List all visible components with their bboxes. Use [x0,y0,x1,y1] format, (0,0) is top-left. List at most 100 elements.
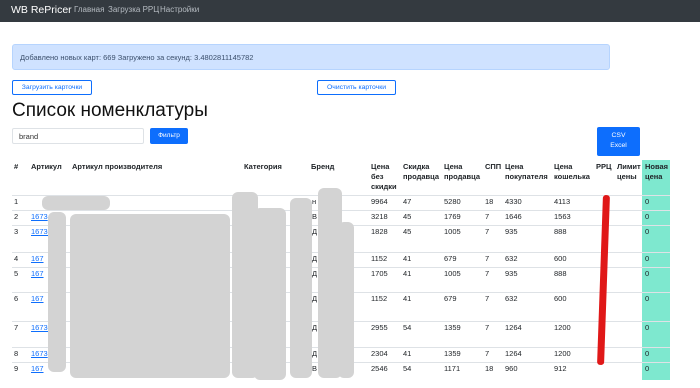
cell-seller-price: 1359 [444,323,461,332]
cell-new-price: 0 [645,269,650,278]
cell-discount: 47 [403,197,412,206]
cell-num: 5 [14,269,19,278]
cell-spp: 7 [485,323,490,332]
cell-new-price: 0 [645,197,650,206]
cell-num: 9 [14,364,19,373]
cell-num: 8 [14,349,19,358]
th-wallet-price[interactable]: Цена кошелька [554,162,594,182]
cell-spp: 18 [485,197,494,206]
nav-link-rrc-upload[interactable]: Загрузка РРЦ [108,5,159,14]
cell-buyer-price: 935 [505,227,518,236]
cell-brand: Д [312,294,318,303]
cell-buyer-price: 960 [505,364,518,373]
cell-brand: В [312,212,318,221]
cell-spp: 7 [485,212,490,221]
csv-excel-button[interactable]: CSV Excel [597,127,640,156]
nav-link-settings[interactable]: Настройки [160,5,199,14]
cell-discount: 45 [403,212,412,221]
cell-price: 1705 [371,269,388,278]
cell-new-price: 0 [645,364,650,373]
cell-num: 2 [14,212,19,221]
th-manufacturer-article[interactable]: Артикул производителя [72,162,162,172]
cell-article[interactable]: 167 [31,294,44,304]
cell-brand: Д [312,323,318,332]
cell-num: 1 [14,197,19,206]
th-price-limit[interactable]: Лимит цены [617,162,642,182]
redaction-smear [48,212,66,372]
cell-seller-price: 1769 [444,212,461,221]
cell-seller-price: 679 [444,294,457,303]
cell-discount: 41 [403,349,412,358]
csv-label: CSV [611,132,626,139]
cell-discount: 45 [403,227,412,236]
redaction-smear [42,196,110,210]
filter-button[interactable]: Фильтр [150,128,188,144]
th-num[interactable]: # [14,162,18,172]
th-new-price[interactable]: Новая цена [645,162,670,182]
cell-seller-price: 1359 [444,349,461,358]
cell-seller-price: 1005 [444,227,461,236]
cell-price: 1828 [371,227,388,236]
cell-article[interactable]: 167 [31,269,44,279]
cell-price: 2304 [371,349,388,358]
cell-spp: 7 [485,254,490,263]
redaction-smear [70,214,230,378]
cell-price: 1152 [371,294,388,303]
cell-discount: 41 [403,254,412,263]
redaction-smear [254,208,286,380]
cell-wallet-price: 1200 [554,349,571,358]
cell-buyer-price: 1264 [505,323,522,332]
cell-new-price: 0 [645,294,650,303]
cell-brand: В [312,364,318,373]
cell-article[interactable]: 167 [31,254,44,264]
cell-wallet-price: 888 [554,269,567,278]
cell-seller-price: 1171 [444,364,461,373]
cell-article[interactable]: 167 [31,364,44,374]
redaction-smear [338,222,354,378]
cell-discount: 41 [403,269,412,278]
cell-num: 7 [14,323,19,332]
filter-input-value: brand [19,132,39,141]
cell-article[interactable]: 1673 [31,349,48,359]
page-title: Список номенклатуры [12,100,208,121]
cell-wallet-price: 600 [554,254,567,263]
upload-cards-button[interactable]: Загрузить карточки [12,80,92,95]
cell-article[interactable]: 1673 [31,212,48,222]
th-brand[interactable]: Бренд [311,162,334,172]
cell-spp: 18 [485,364,494,373]
clear-cards-button[interactable]: Очистить карточки [317,80,396,95]
cell-brand: Д [312,269,318,278]
th-category[interactable]: Категория [244,162,282,172]
cell-new-price: 0 [645,212,650,221]
th-rrc[interactable]: РРЦ [596,162,611,172]
app-brand[interactable]: WB RePricer [11,4,72,16]
cell-wallet-price: 600 [554,294,567,303]
cell-buyer-price: 1264 [505,349,522,358]
cell-new-price: 0 [645,227,650,236]
nav-link-home[interactable]: Главная [74,5,104,14]
cell-price: 3218 [371,212,388,221]
th-buyer-price[interactable]: Цена покупателя [505,162,553,182]
cell-buyer-price: 632 [505,254,518,263]
cell-buyer-price: 4330 [505,197,522,206]
cell-spp: 7 [485,294,490,303]
th-price-no-discount[interactable]: Цена без скидки [371,162,399,192]
th-article[interactable]: Артикул [31,162,62,172]
cell-brand: Д [312,227,318,236]
th-seller-discount[interactable]: Скидка продавца [403,162,441,182]
th-spp[interactable]: СПП [485,162,501,172]
cell-wallet-price: 4113 [554,197,571,206]
cell-wallet-price: 1563 [554,212,571,221]
excel-label: Excel [610,142,627,149]
cell-wallet-price: 912 [554,364,567,373]
filter-input[interactable]: brand [12,128,144,144]
th-seller-price[interactable]: Цена продавца [444,162,484,182]
cell-buyer-price: 1646 [505,212,522,221]
cell-new-price: 0 [645,323,650,332]
cell-price: 9964 [371,197,388,206]
cell-brand: Д [312,349,318,358]
cell-price: 2546 [371,364,388,373]
cell-seller-price: 5280 [444,197,461,206]
cell-spp: 7 [485,269,490,278]
alert-message: Добавлено новых карт: 669 Загружено за с… [20,53,254,62]
